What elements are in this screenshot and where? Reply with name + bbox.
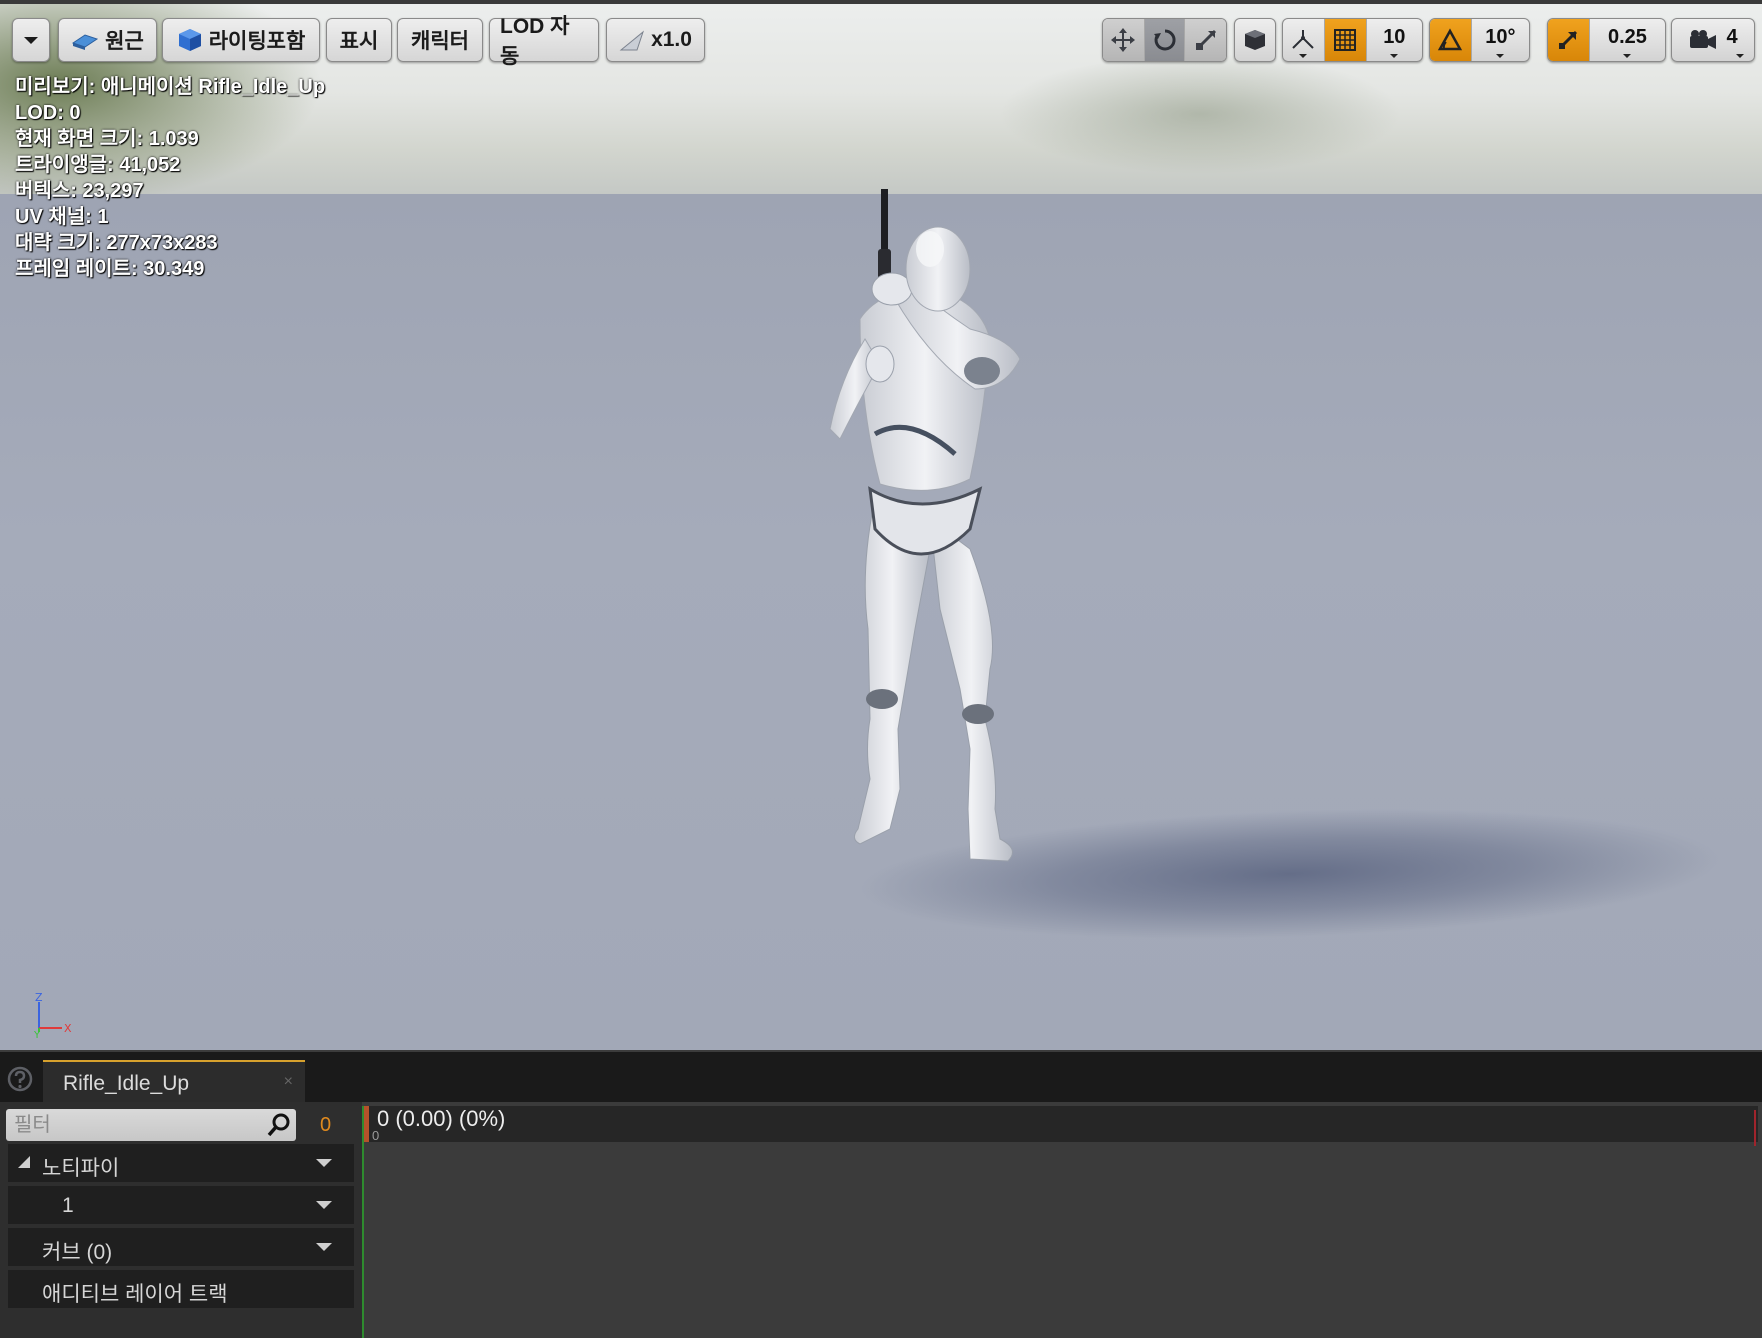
- grid-icon: [1334, 29, 1357, 51]
- track-additive-layer-label: 애디티브 레이어 트랙: [42, 1283, 228, 1306]
- track-notifies-label: 노티파이: [42, 1157, 120, 1180]
- track-curves-label: 커브 (0): [42, 1241, 113, 1264]
- timeline-ruler[interactable]: 0 (0.00) (0%) 0: [362, 1106, 1758, 1146]
- chevron-down-icon[interactable]: [316, 1201, 332, 1209]
- axis-gizmo-icon: Z X Y: [33, 992, 72, 1038]
- time-readout: 0 (0.00) (0%): [377, 1106, 506, 1131]
- rotate-icon: [1153, 29, 1176, 51]
- persona-editor: 원근 라이팅포함 표시 캐릭터 LOD 자동 x1.0 10 10° 0.25 …: [0, 0, 1762, 1338]
- perspective-view-icon: [72, 34, 99, 50]
- collapse-triangle-icon[interactable]: [18, 1156, 30, 1168]
- track-list: 0 노티파이 1 커브 (0) 애디티브 레이어 트랙: [0, 1102, 362, 1338]
- stat-lod: LOD: 0: [15, 102, 81, 124]
- filter-box: [6, 1109, 296, 1141]
- lit-cube-icon: [178, 29, 201, 51]
- camera-icon: [1690, 30, 1717, 49]
- chevron-down-icon: [1496, 54, 1505, 58]
- translate-mode-button[interactable]: [1103, 19, 1145, 61]
- world-local-toggle-button[interactable]: [1235, 19, 1275, 61]
- scale-icon: [1195, 29, 1216, 51]
- viewport-options-button[interactable]: [12, 18, 50, 62]
- stat-uv-channels: UV 채널: 1: [15, 206, 109, 228]
- filter-input[interactable]: [6, 1109, 256, 1141]
- transform-mode-group: [1102, 18, 1227, 62]
- track-curves[interactable]: 커브 (0): [8, 1228, 354, 1266]
- move-arrows-icon: [1111, 28, 1136, 52]
- stat-approx-size: 대략 크기: 277x73x283: [15, 232, 218, 254]
- lod-label: LOD 자동: [500, 15, 570, 68]
- scale-snap-group: 0.25: [1547, 18, 1666, 62]
- playback-speed-button[interactable]: x1.0: [606, 18, 705, 62]
- ruler-tick-label: 0: [372, 1128, 380, 1143]
- track-notifies[interactable]: 노티파이: [8, 1144, 354, 1182]
- stat-vertices: 버텍스: 23,297: [15, 180, 144, 202]
- rotate-mode-button[interactable]: [1144, 19, 1186, 61]
- current-frame-number: 0: [320, 1114, 332, 1136]
- scale-snap-value: 0.25: [1608, 25, 1647, 48]
- surface-snap-button[interactable]: [1283, 19, 1325, 61]
- play-speed-icon: [619, 30, 645, 51]
- scale-snap-toggle-button[interactable]: [1548, 19, 1590, 61]
- rotation-snap-toggle-button[interactable]: [1430, 19, 1472, 61]
- scale-snap-icon: [1559, 30, 1578, 50]
- axis-z-label: Z: [35, 992, 43, 1004]
- mannequin-character: [829, 189, 1021, 862]
- axis-y-label: Y: [33, 1030, 41, 1038]
- grid-snap-toggle-button[interactable]: [1324, 19, 1367, 61]
- camera-speed-button[interactable]: 4: [1672, 19, 1754, 61]
- grid-snap-value: 10: [1383, 25, 1406, 48]
- stat-preview-animation: 미리보기: 애니메이션 Rifle_Idle_Up: [15, 76, 326, 98]
- chevron-down-icon: [1623, 54, 1632, 58]
- chevron-down-icon[interactable]: [316, 1243, 332, 1251]
- tab-label: Rifle_Idle_Up: [63, 1072, 190, 1095]
- angle-icon: [1438, 28, 1463, 51]
- rotation-snap-value-dropdown[interactable]: 10°: [1472, 19, 1529, 61]
- coordinate-space-group: [1234, 18, 1276, 62]
- close-icon[interactable]: ×: [284, 1074, 293, 1090]
- end-marker[interactable]: [1754, 1110, 1756, 1146]
- rotation-snap-group: 10°: [1429, 18, 1530, 62]
- surface-snap-icon: [1292, 30, 1315, 49]
- animation-sequence-panel: 0 노티파이 1 커브 (0) 애디티브 레이어 트랙 0 (0.00) (0: [0, 1102, 1762, 1338]
- lighting-label: 라이팅포함: [208, 30, 306, 53]
- track-additive-layer[interactable]: 애디티브 레이어 트랙: [8, 1270, 354, 1308]
- chevron-down-icon: [1299, 54, 1308, 58]
- perspective-label: 원근: [105, 30, 144, 53]
- timeline-area[interactable]: 0 (0.00) (0%) 0: [362, 1102, 1762, 1338]
- chevron-down-icon: [1390, 54, 1399, 58]
- speed-label: x1.0: [651, 28, 692, 51]
- show-label: 표시: [339, 30, 379, 53]
- chevron-down-icon: [1736, 54, 1744, 58]
- stat-frame-rate: 프레임 레이트: 30.349: [15, 258, 205, 280]
- axis-x-label: X: [64, 1022, 72, 1035]
- character-button[interactable]: 캐릭터: [397, 18, 483, 62]
- grid-snap-group: 10: [1282, 18, 1423, 62]
- help-icon[interactable]: [7, 1066, 33, 1092]
- stat-triangles: 트라이앵글: 41,052: [15, 154, 181, 176]
- lighting-mode-button[interactable]: 라이팅포함: [162, 18, 320, 62]
- tab-rifle-idle-up[interactable]: Rifle_Idle_Up ×: [43, 1060, 305, 1104]
- grid-snap-value-dropdown[interactable]: 10: [1367, 19, 1422, 61]
- stat-screen-size: 현재 화면 크기: 1.039: [15, 128, 199, 150]
- preview-viewport[interactable]: 원근 라이팅포함 표시 캐릭터 LOD 자동 x1.0 10 10° 0.25 …: [0, 0, 1762, 1050]
- search-icon[interactable]: [266, 1112, 292, 1138]
- chevron-down-icon[interactable]: [316, 1159, 332, 1167]
- bottom-tab-bar: Rifle_Idle_Up ×: [0, 1050, 1762, 1104]
- track-notify-1[interactable]: 1: [8, 1186, 354, 1224]
- lod-button[interactable]: LOD 자동: [489, 15, 599, 68]
- track-notify-1-label: 1: [62, 1194, 74, 1217]
- cube-icon: [1245, 30, 1265, 50]
- rotation-snap-value: 10°: [1485, 25, 1516, 48]
- camera-speed-group: 4: [1671, 18, 1755, 62]
- scale-mode-button[interactable]: [1185, 19, 1226, 61]
- character-label: 캐릭터: [411, 30, 469, 53]
- perspective-button[interactable]: 원근: [58, 18, 157, 62]
- camera-speed-value: 4: [1726, 25, 1738, 48]
- scale-snap-value-dropdown[interactable]: 0.25: [1590, 19, 1665, 61]
- chevron-down-icon: [24, 36, 38, 44]
- show-flags-button[interactable]: 표시: [326, 18, 392, 62]
- viewport-stats-overlay: 미리보기: 애니메이션 Rifle_Idle_Up LOD: 0 현재 화면 크…: [15, 74, 325, 282]
- playhead-line: [362, 1106, 364, 1338]
